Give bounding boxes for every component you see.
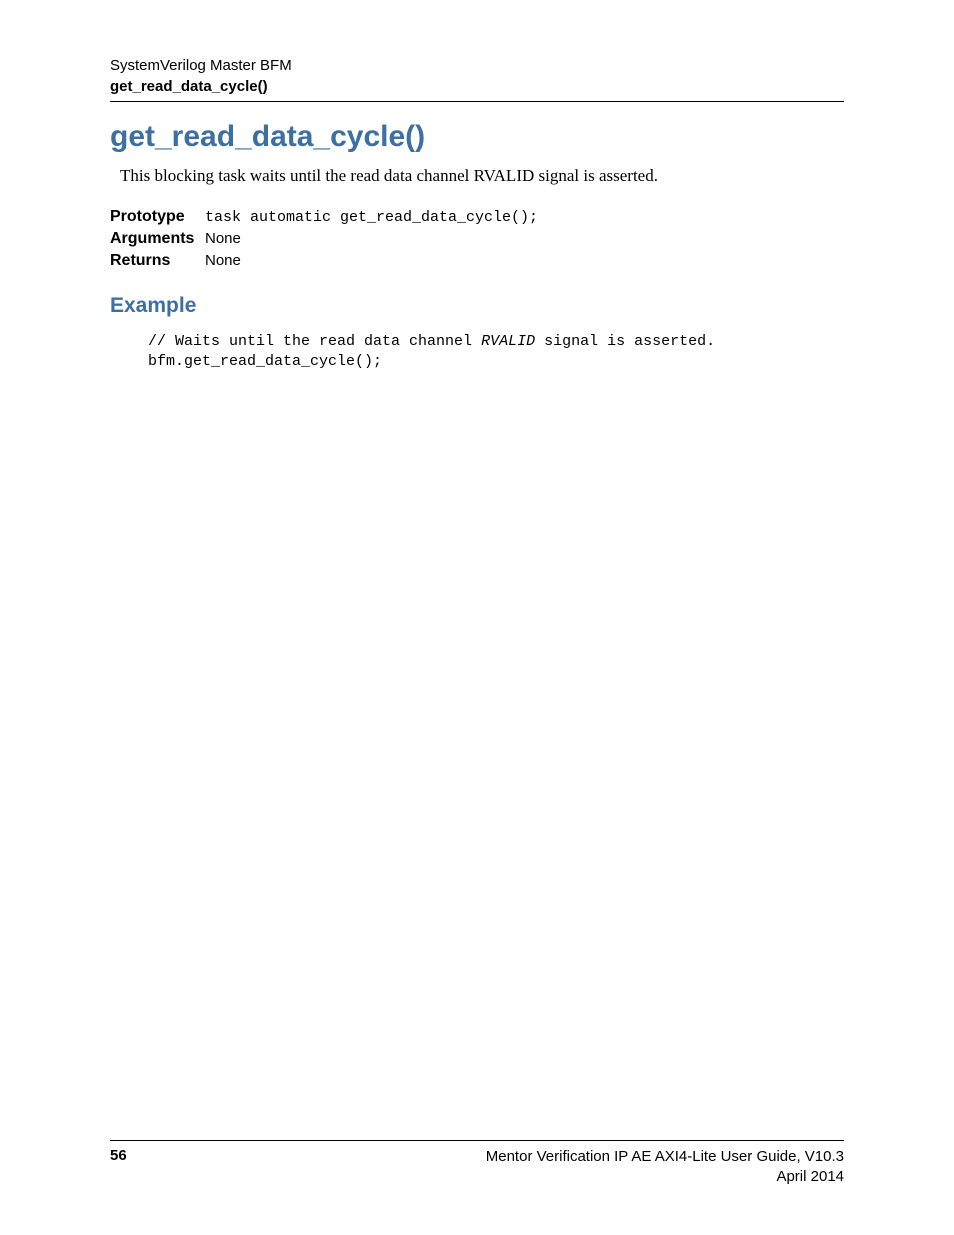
- page-content: SystemVerilog Master BFM get_read_data_c…: [0, 0, 954, 1235]
- arguments-row: Arguments None: [110, 230, 844, 248]
- arguments-label: Arguments: [110, 230, 205, 248]
- arguments-value: None: [205, 230, 241, 247]
- code-comment-post: signal is asserted.: [535, 333, 715, 350]
- prototype-value: task automatic get_read_data_cycle();: [205, 209, 538, 226]
- intro-paragraph: This blocking task waits until the read …: [120, 166, 844, 186]
- page-number: 56: [110, 1147, 127, 1164]
- header-section: get_read_data_cycle(): [110, 76, 844, 97]
- footer-info: Mentor Verification IP AE AXI4-Lite User…: [486, 1147, 844, 1188]
- prototype-label: Prototype: [110, 208, 205, 226]
- returns-label: Returns: [110, 252, 205, 270]
- example-code: // Waits until the read data channel RVA…: [148, 332, 844, 373]
- code-comment-pre: // Waits until the read data channel: [148, 333, 481, 350]
- returns-value: None: [205, 252, 241, 269]
- page-footer: 56 Mentor Verification IP AE AXI4-Lite U…: [110, 1140, 844, 1188]
- returns-row: Returns None: [110, 252, 844, 270]
- example-heading: Example: [110, 294, 844, 318]
- code-call: bfm.get_read_data_cycle();: [148, 353, 382, 370]
- header-chapter: SystemVerilog Master BFM: [110, 55, 844, 76]
- prototype-row: Prototype task automatic get_read_data_c…: [110, 208, 844, 226]
- section-title: get_read_data_cycle(): [110, 120, 844, 154]
- definition-table: Prototype task automatic get_read_data_c…: [110, 208, 844, 270]
- footer-guide: Mentor Verification IP AE AXI4-Lite User…: [486, 1147, 844, 1167]
- code-comment-em: RVALID: [481, 333, 535, 350]
- page-header: SystemVerilog Master BFM get_read_data_c…: [110, 55, 844, 102]
- footer-date: April 2014: [486, 1167, 844, 1187]
